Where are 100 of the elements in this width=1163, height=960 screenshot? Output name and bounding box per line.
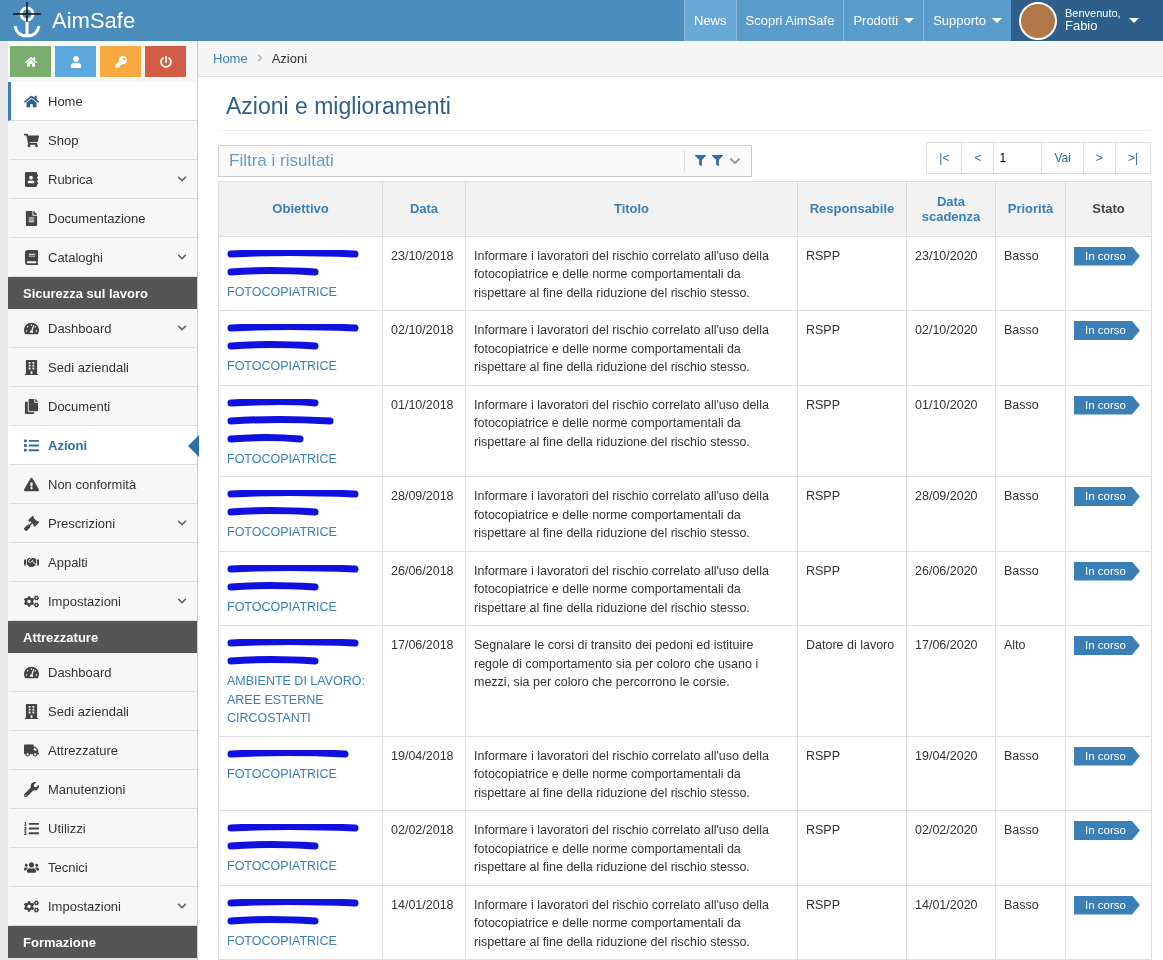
sidebar-item[interactable]: Appalti	[8, 543, 197, 582]
table-cell: RSPP	[797, 310, 907, 385]
objective-link[interactable]: FOTOCOPIATRICE	[227, 357, 374, 376]
objective-link[interactable]: FOTOCOPIATRICE	[227, 764, 374, 783]
list-icon	[24, 437, 39, 453]
sidebar-item[interactable]: Documenti	[8, 387, 197, 426]
status-tag: In corso	[1074, 746, 1140, 766]
table-cell: 23/10/2018	[382, 236, 466, 311]
table-cell: Informare i lavoratori del rischio correlato all'uso della fotocopiatrice e delle norme comportamentali da rispettare al fine della riduzione del rischio stesso.	[465, 385, 798, 477]
objective-link[interactable]: FOTOCOPIATRICE	[227, 931, 374, 950]
clear-filter-icon[interactable]	[712, 155, 723, 166]
objective-link[interactable]: FOTOCOPIATRICE	[227, 857, 374, 876]
table-cell: 26/06/2018	[382, 551, 466, 626]
sidebar-item[interactable]: Utilizzi	[8, 809, 197, 848]
sidebar-item[interactable]: Home	[8, 82, 197, 121]
caret-icon	[1128, 18, 1139, 23]
key-button[interactable]	[100, 46, 141, 77]
table-cell: Informare i lavoratori del rischio correlato all'uso della fotocopiatrice e delle norme comportamentali da rispettare al fine della riduzione del rischio stesso.	[465, 236, 798, 311]
user-name: Fabio	[1064, 19, 1098, 34]
objective-link[interactable]: FOTOCOPIATRICE	[227, 282, 374, 301]
table-cell: RSPP	[797, 385, 907, 477]
filter-input[interactable]: Filtra i risultati	[219, 149, 684, 172]
filter-field[interactable]: Filtra i risultati	[218, 144, 752, 177]
column-header[interactable]: Data	[382, 181, 466, 236]
building-icon	[24, 359, 39, 375]
sidebar-item[interactable]: Non conformità	[8, 465, 197, 504]
column-header[interactable]: Titolo	[465, 181, 798, 236]
table-cell: Basso	[995, 385, 1066, 477]
sidebar-item[interactable]: Prescrizioni	[8, 504, 197, 543]
sidebar-item[interactable]: Dashboard	[8, 653, 197, 692]
building-icon	[24, 703, 39, 719]
key-icon	[114, 55, 127, 68]
column-header[interactable]: Data scadenza	[906, 181, 996, 236]
table-cell: 17/06/2018	[382, 625, 466, 736]
sidebar-item[interactable]: Shop	[8, 121, 197, 160]
table-cell: 19/04/2018	[382, 736, 466, 811]
sidebar-item[interactable]: Sedi aziendali	[8, 692, 197, 731]
table-cell: RSPP	[797, 885, 907, 960]
table-cell: 14/01/2018	[382, 885, 466, 960]
table-cell: 17/06/2020	[906, 625, 996, 736]
table-cell: Basso	[995, 551, 1066, 626]
table-cell: 28/09/2020	[906, 476, 996, 551]
status-tag: In corso	[1074, 561, 1140, 581]
table-cell: RSPP	[797, 551, 907, 626]
nav-item[interactable]: Prodotti	[843, 0, 924, 41]
table-cell: Informare i lavoratori del rischio correlato all'uso della fotocopiatrice e delle norme comportamentali da rispettare al fine della riduzione del rischio stesso.	[465, 476, 798, 551]
documents-icon	[24, 398, 39, 414]
table-cell: Informare i lavoratori del rischio correlato all'uso della fotocopiatrice e delle norme comportamentali da rispettare al fine della riduzione del rischio stesso.	[465, 551, 798, 626]
filter-icon[interactable]	[695, 155, 706, 166]
sidebar-item[interactable]: Sedi aziendali	[8, 348, 197, 387]
truck-icon	[24, 742, 39, 758]
objective-link[interactable]: FOTOCOPIATRICE	[227, 597, 374, 616]
status-tag: In corso	[1074, 321, 1140, 340]
table-cell: RSPP	[797, 476, 907, 551]
sidebar-item[interactable]: Rubrica	[8, 160, 197, 199]
home-button[interactable]	[10, 46, 51, 77]
brand-name[interactable]: AimSafe	[52, 7, 136, 34]
sidebar-item[interactable]: Impostazioni	[8, 887, 197, 926]
nav-item[interactable]: Supporto	[923, 0, 1011, 41]
sidebar-item[interactable]: Dashboard	[8, 309, 197, 348]
power-button[interactable]	[145, 46, 186, 77]
column-header: Stato	[1065, 181, 1152, 236]
document-icon	[24, 210, 39, 226]
sidebar-item[interactable]: Manutenzioni	[8, 770, 197, 809]
cart-icon	[24, 132, 39, 148]
numbered-list-icon	[24, 820, 39, 836]
user-menu[interactable]: Benvenuto, Fabio	[1010, 0, 1163, 41]
table-cell: 28/09/2018	[382, 476, 466, 551]
column-header[interactable]: Obiettivo	[218, 181, 383, 236]
sidebar-item[interactable]: Documentazione	[8, 199, 197, 238]
table-cell: Alto	[995, 625, 1066, 736]
column-header[interactable]: Priorità	[995, 181, 1066, 236]
sidebar-item[interactable]: Tecnici	[8, 848, 197, 887]
table-cell: 02/10/2018	[382, 310, 466, 385]
sidebar-item[interactable]: Attrezzature	[8, 731, 197, 770]
objective-link[interactable]: FOTOCOPIATRICE	[227, 449, 374, 468]
table-cell: Informare i lavoratori del rischio correlato all'uso della fotocopiatrice e delle norme comportamentali da rispettare al fine della riduzione del rischio stesso.	[465, 885, 798, 960]
status-tag: In corso	[1074, 636, 1140, 655]
user-button[interactable]	[55, 46, 96, 77]
table-cell: 14/01/2020	[906, 885, 996, 960]
sidebar-item[interactable]: Impostazioni	[8, 582, 197, 621]
table-cell: Basso	[995, 885, 1066, 960]
gears-icon	[24, 898, 39, 914]
nav-item[interactable]: Scopri AimSafe	[735, 0, 844, 41]
sidebar-heading: Formazione	[8, 926, 197, 958]
table-cell: 01/10/2018	[382, 385, 466, 477]
power-icon	[159, 55, 172, 68]
sidebar-item[interactable]: Azioni	[8, 426, 197, 465]
gavel-icon	[24, 515, 39, 531]
sidebar-item[interactable]: Cataloghi	[8, 238, 197, 277]
objective-link[interactable]: AMBIENTE DI LAVORO: AREE ESTERNE CIRCOSTANTI	[227, 672, 374, 728]
anchor-logo-icon	[10, 1, 44, 40]
page-title: Azioni e miglioramenti	[218, 76, 1151, 131]
breadcrumb-item[interactable]: Home	[213, 50, 248, 66]
column-header[interactable]: Responsabile	[797, 181, 907, 236]
table-cell: RSPP	[797, 236, 907, 311]
objective-link[interactable]: FOTOCOPIATRICE	[227, 523, 374, 542]
table-cell: Informare i lavoratori del rischio correlato all'uso della fotocopiatrice e delle norme comportamentali da rispettare al fine della riduzione del rischio stesso.	[465, 810, 798, 885]
user-icon	[69, 55, 82, 68]
chevron-icon	[255, 54, 264, 63]
